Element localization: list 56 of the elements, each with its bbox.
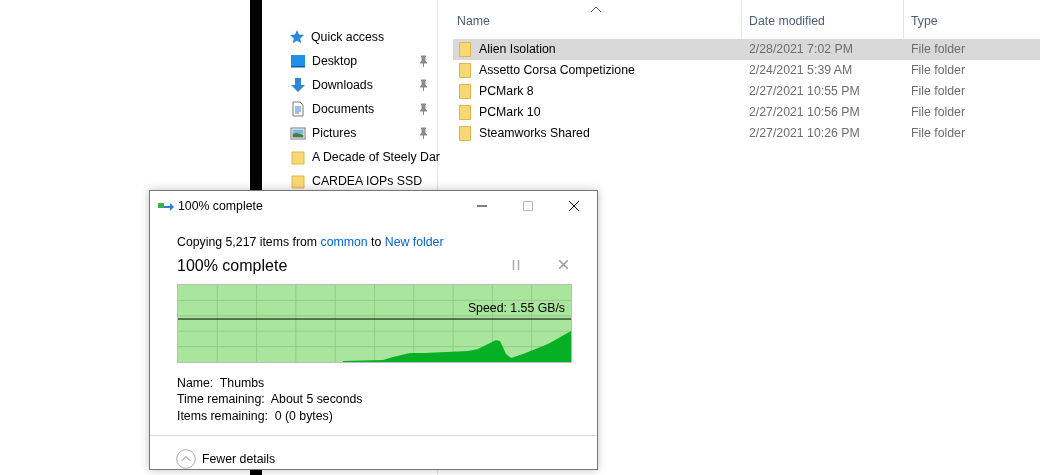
close-icon (558, 260, 568, 270)
file-date: 2/27/2021 10:26 PM (748, 125, 861, 143)
file-date: 2/27/2021 10:55 PM (748, 83, 861, 101)
file-type: File folder (910, 41, 965, 59)
detail-text: Time remaining: About 5 seconds (177, 391, 364, 408)
file-name: Steamworks Shared (479, 125, 590, 143)
file-row[interactable]: Steamworks Shared 2/27/2021 10:26 PM File folder (453, 123, 1040, 144)
file-type: File folder (910, 125, 965, 143)
folder-icon (459, 105, 471, 120)
file-name: PCMark 10 (479, 104, 541, 122)
monitor-icon (290, 53, 306, 69)
image-icon (290, 125, 306, 141)
progress-heading: 100% complete (177, 256, 289, 277)
folder-icon (459, 126, 471, 141)
pause-icon (512, 259, 520, 270)
file-date: 2/27/2021 10:56 PM (748, 104, 861, 122)
file-row[interactable]: PCMark 8 2/27/2021 10:55 PM File folder (453, 81, 1040, 102)
file-name: Assetto Corsa Competizione (479, 62, 635, 80)
folder-icon (459, 63, 471, 78)
window-title: 100% complete (178, 197, 264, 215)
file-name: Alien Isolation (479, 41, 556, 59)
detail-text: Items remaining: 0 (0 bytes) (177, 407, 334, 424)
nav-item[interactable]: Pictures (262, 121, 437, 145)
folder-icon (290, 149, 306, 165)
file-row[interactable]: PCMark 10 2/27/2021 10:56 PM File folder (453, 102, 1040, 123)
file-type: File folder (910, 104, 965, 122)
document-icon (290, 101, 306, 117)
file-type: File folder (910, 62, 965, 80)
chevron-up-icon (176, 449, 196, 469)
file-row[interactable]: Assetto Corsa Competizione 2/24/2021 5:39 AM File folder (453, 60, 1040, 81)
maximize-icon (523, 201, 533, 211)
file-row[interactable]: Alien Isolation 2/28/2021 7:02 PM File folder (453, 39, 1040, 60)
detail-text: Name: Thumbs (177, 374, 266, 391)
folder-icon (459, 42, 471, 57)
folder-link[interactable]: common (320, 235, 368, 249)
fewer-details-button[interactable]: Fewer details (176, 449, 276, 469)
folder-icon (459, 84, 471, 99)
copy-icon (158, 200, 174, 212)
nav-item[interactable]: CARDEA IOPs SSD (262, 169, 437, 193)
nav-item[interactable]: Desktop (262, 49, 437, 73)
nav-item[interactable]: Quick access (262, 25, 437, 49)
file-date: 2/28/2021 7:02 PM (748, 41, 854, 59)
file-name: PCMark 8 (479, 83, 534, 101)
sort-caret-icon (590, 5, 602, 13)
folder-icon (290, 173, 306, 189)
folder-link[interactable]: New folder (384, 235, 444, 249)
star-icon (289, 29, 305, 45)
close-icon (569, 201, 579, 211)
speed-label: Speed: 1.55 GB/s (467, 300, 565, 318)
nav-item[interactable]: Downloads (262, 73, 437, 97)
column-header[interactable]: Name (453, 0, 741, 39)
file-type: File folder (910, 83, 965, 101)
down-arrow-icon (290, 77, 306, 93)
nav-item[interactable]: Documents (262, 97, 437, 121)
copy-summary-text: Copying 5,217 items from common to New folder (177, 234, 445, 251)
file-date: 2/24/2021 5:39 AM (748, 62, 854, 80)
